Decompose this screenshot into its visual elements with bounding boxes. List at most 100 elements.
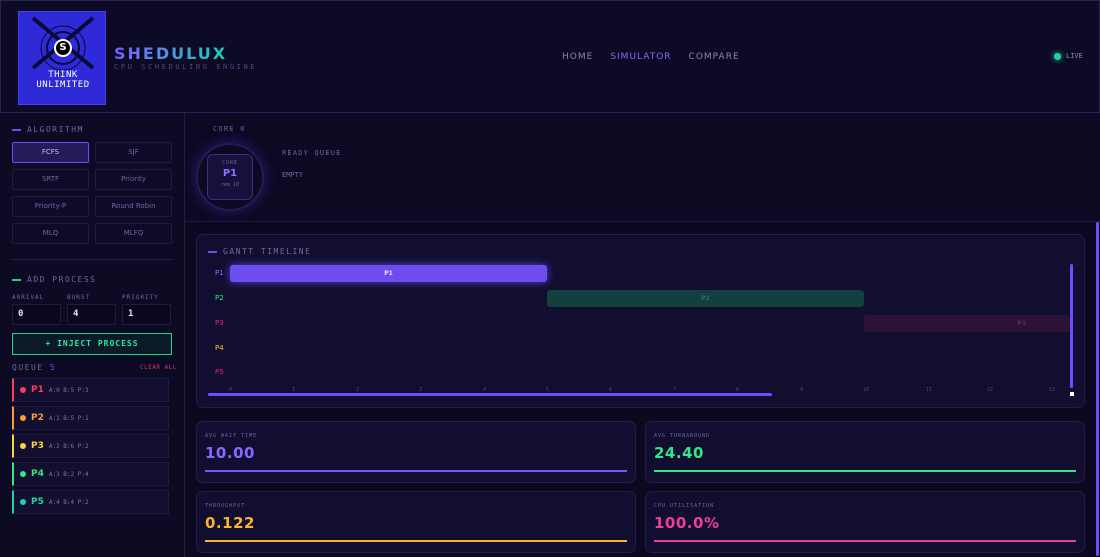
stat-value: 24.40: [654, 444, 704, 462]
stat-label: AVG TURNAROUND: [654, 433, 711, 439]
queue-item[interactable]: P3 A:2 B:6 P:2: [12, 434, 169, 458]
stat-throughput: THROUGHPUT 0.122: [196, 491, 636, 553]
process-dot-icon: [20, 499, 26, 505]
gantt-tick: 9: [800, 387, 804, 393]
gantt-bar-p2[interactable]: P2: [547, 290, 864, 307]
brand-title: SHEDULUX: [114, 44, 228, 63]
stat-underline: [205, 540, 627, 542]
core-remaining: rem 10: [220, 182, 240, 188]
stat-value: 10.00: [205, 444, 255, 462]
core-panel: CORE 0 CORE P1 rem 10 READY QUEUE EMPTY: [185, 113, 1100, 222]
gantt-bar-p1[interactable]: P1: [230, 265, 547, 282]
core-chip: CORE P1 rem 10: [207, 154, 253, 200]
stat-underline: [654, 540, 1076, 542]
queue-item[interactable]: P4 A:3 B:2 P:4: [12, 462, 169, 486]
clear-all-button[interactable]: CLEAR ALL: [140, 364, 177, 371]
burst-input[interactable]: 4: [67, 304, 116, 325]
logo-text-think: THINK: [48, 70, 78, 80]
core-label: CORE 0: [213, 125, 246, 133]
process-name: P5: [31, 497, 44, 507]
ready-queue-label: READY QUEUE: [282, 149, 342, 157]
algo-fcfs-button[interactable]: FCFS: [12, 142, 89, 163]
process-name: P3: [31, 441, 44, 451]
gantt-panel: GANTT TIMELINE P1 P2 P3 P4 P5 P1 P2 P3 0…: [196, 234, 1085, 408]
queue-item[interactable]: P1 A:0 B:5 P:3: [12, 378, 169, 402]
process-name: P4: [31, 469, 44, 479]
gantt-tick: 10: [863, 387, 870, 393]
nav-compare[interactable]: COMPARE: [689, 52, 740, 62]
section-bar-icon: [208, 250, 217, 253]
stat-avg-turnaround: AVG TURNAROUND 24.40: [645, 421, 1085, 483]
process-dot-icon: [20, 471, 26, 477]
stat-value: 100.0%: [654, 514, 720, 532]
nav-simulator[interactable]: SIMULATOR: [610, 52, 671, 62]
gantt-playhead[interactable]: [1070, 264, 1073, 388]
stat-label: THROUGHPUT: [205, 503, 246, 509]
section-bar-icon: [12, 128, 21, 131]
priority-input[interactable]: 1: [122, 304, 171, 325]
sidebar: ALGORITHM FCFS SJF SRTF Priority Priorit…: [0, 113, 185, 557]
core-running-process: P1: [222, 168, 238, 179]
gantt-tick: 11: [926, 387, 933, 393]
algorithm-section-label: ALGORITHM: [12, 125, 84, 134]
gantt-row-label: P2: [215, 294, 224, 302]
stat-underline: [654, 470, 1076, 472]
process-dot-icon: [20, 387, 26, 393]
process-name: P1: [31, 385, 44, 395]
page-scrollbar[interactable]: [1096, 222, 1099, 556]
queue-label: QUEUE 5: [12, 363, 57, 372]
logo-s-badge: S: [54, 39, 72, 57]
priority-label: PRIORITY: [122, 294, 159, 301]
arrival-input[interactable]: 0: [12, 304, 61, 325]
algo-priority-button[interactable]: Priority: [95, 169, 172, 190]
queue-item[interactable]: P2 A:1 B:5 P:1: [12, 406, 169, 430]
process-dot-icon: [20, 443, 26, 449]
live-label: LIVE: [1066, 52, 1083, 60]
gantt-end-marker: [1070, 392, 1074, 396]
algo-mlq-button[interactable]: MLQ: [12, 223, 89, 244]
process-dot-icon: [20, 415, 26, 421]
gantt-tick: 13: [1049, 387, 1056, 393]
brand-subtitle: CPU SCHEDULING ENGINE: [114, 63, 258, 71]
logo-text-unlimited: UNLIMITED: [36, 80, 90, 90]
queue-count: 5: [49, 363, 57, 372]
algo-priority-p-button[interactable]: Priority-P: [12, 196, 89, 217]
gantt-title: GANTT TIMELINE: [208, 247, 311, 256]
stat-avg-wait: AVG WAIT TIME 10.00: [196, 421, 636, 483]
arrival-label: ARRIVAL: [12, 294, 45, 301]
logo-circuit-graphic: [31, 16, 95, 71]
gantt-row-label: P1: [215, 269, 224, 277]
algo-round-robin-button[interactable]: Round Robin: [95, 196, 172, 217]
core-inner-label: CORE: [221, 160, 239, 166]
gantt-row-label: P3: [215, 319, 224, 327]
nav-home[interactable]: HOME: [562, 52, 593, 62]
gantt-bar-p3[interactable]: P3: [864, 315, 1070, 332]
inject-process-button[interactable]: + INJECT PROCESS: [12, 333, 172, 355]
app-header: S THINK UNLIMITED SHEDULUX CPU SCHEDULIN…: [0, 0, 1100, 113]
section-bar-icon: [12, 278, 21, 281]
process-meta: A:1 B:5 P:1: [48, 414, 89, 422]
stat-cpu-utilisation: CPU UTILISATION 100.0%: [645, 491, 1085, 553]
queue-item[interactable]: P5 A:4 B:4 P:2: [12, 490, 169, 514]
burst-label: BURST: [67, 294, 91, 301]
sidebar-divider: [12, 259, 172, 260]
logo[interactable]: S THINK UNLIMITED: [18, 11, 106, 105]
process-meta: A:3 B:2 P:4: [48, 470, 89, 478]
algo-sjf-button[interactable]: SJF: [95, 142, 172, 163]
ready-queue-value: EMPTY: [282, 171, 304, 179]
process-meta: A:0 B:5 P:3: [48, 386, 89, 394]
gantt-scrollbar[interactable]: [208, 393, 772, 396]
algo-mlfq-button[interactable]: MLFQ: [95, 223, 172, 244]
gantt-row-label: P4: [215, 344, 224, 352]
live-dot-icon: [1054, 52, 1061, 60]
stat-label: AVG WAIT TIME: [205, 433, 258, 439]
process-meta: A:2 B:6 P:2: [48, 442, 89, 450]
live-status: LIVE: [1054, 52, 1083, 60]
main-nav: HOME SIMULATOR COMPARE: [562, 52, 740, 62]
gantt-row-label: P5: [215, 368, 224, 376]
algo-srtf-button[interactable]: SRTF: [12, 169, 89, 190]
stat-value: 0.122: [205, 514, 255, 532]
gantt-tick: 12: [987, 387, 994, 393]
stat-underline: [205, 470, 627, 472]
process-meta: A:4 B:4 P:2: [48, 498, 89, 506]
